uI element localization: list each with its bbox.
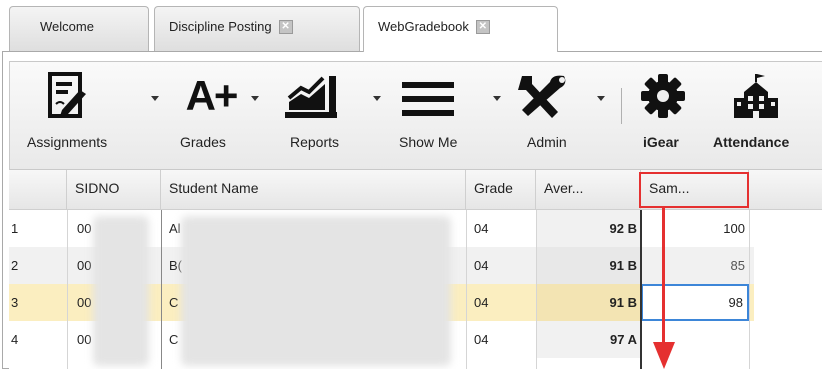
tools-icon [518,75,566,118]
average-cell: 92 B [536,210,641,247]
tab-strip: Welcome Discipline Posting ✕ WebGradeboo… [0,0,822,52]
attendance-label: Attendance [713,134,790,150]
tab-label: Discipline Posting [169,19,272,34]
igear-button[interactable] [635,72,691,120]
school-building-icon [734,74,778,118]
chevron-down-icon[interactable] [151,96,159,101]
menu-icon [402,82,454,116]
average-header[interactable]: Aver... [536,170,641,210]
grade-cell: 04 [474,295,489,310]
reports-icon [285,76,337,118]
row-number: 3 [11,295,19,310]
tab-discipline-posting[interactable]: Discipline Posting ✕ [154,6,360,52]
close-icon[interactable]: ✕ [278,20,293,34]
chevron-down-icon[interactable] [373,96,381,101]
attendance-button[interactable] [728,72,784,120]
show-me-button[interactable] [396,72,460,120]
show-me-label: Show Me [399,134,458,150]
student-name-header[interactable]: Student Name [161,170,466,210]
chevron-down-icon[interactable] [493,96,501,101]
tab-label: Welcome [40,19,94,34]
grades-label: Grades [180,134,226,150]
gear-icon [641,74,685,118]
row-number-header [9,170,67,210]
privacy-blur [181,216,451,366]
grades-icon: A+ [185,72,239,119]
toolbar-divider [621,88,622,124]
grid-divider [749,210,750,369]
reports-button[interactable] [280,72,350,120]
assignments-label: Assignments [27,134,108,150]
grade-cell: 04 [474,332,489,347]
grades-button[interactable]: A+ [176,72,246,120]
admin-button[interactable] [507,72,577,120]
toolbar: Assignments A+ Grades Reports Show Me Ad… [9,61,822,170]
grade-header[interactable]: Grade [466,170,536,210]
chevron-down-icon[interactable] [597,96,605,101]
igear-label: iGear [643,134,679,150]
average-cell: 91 B [536,284,641,321]
close-icon[interactable]: ✕ [475,20,490,34]
grid-divider [67,210,68,369]
assignments-icon [48,72,86,118]
row-number: 4 [11,332,19,347]
privacy-blur [93,216,149,366]
grid-divider [536,210,537,369]
row-number: 1 [11,221,19,236]
grid-divider [161,210,162,369]
row-number: 2 [11,258,19,273]
average-cell: 91 B [536,247,641,284]
sidno-header[interactable]: SIDNO [67,170,161,210]
reports-label: Reports [290,134,340,150]
tab-webgradebook[interactable]: WebGradebook ✕ [363,6,558,52]
assignments-button[interactable] [23,72,113,120]
empty-header [749,170,822,210]
highlight-box [639,172,749,208]
tab-label: WebGradebook [378,19,469,34]
grade-cell: 04 [474,258,489,273]
frozen-column-divider [640,210,642,369]
average-cell: 97 A [536,321,641,358]
chevron-down-icon[interactable] [251,96,259,101]
grade-cell: 04 [474,221,489,236]
arrow-down-icon [653,208,675,369]
tab-welcome[interactable]: Welcome [9,6,149,52]
grid-divider [466,210,467,369]
gradebook-grid: SIDNO Student Name Grade Aver... Sam... … [9,170,822,369]
admin-label: Admin [527,134,567,150]
